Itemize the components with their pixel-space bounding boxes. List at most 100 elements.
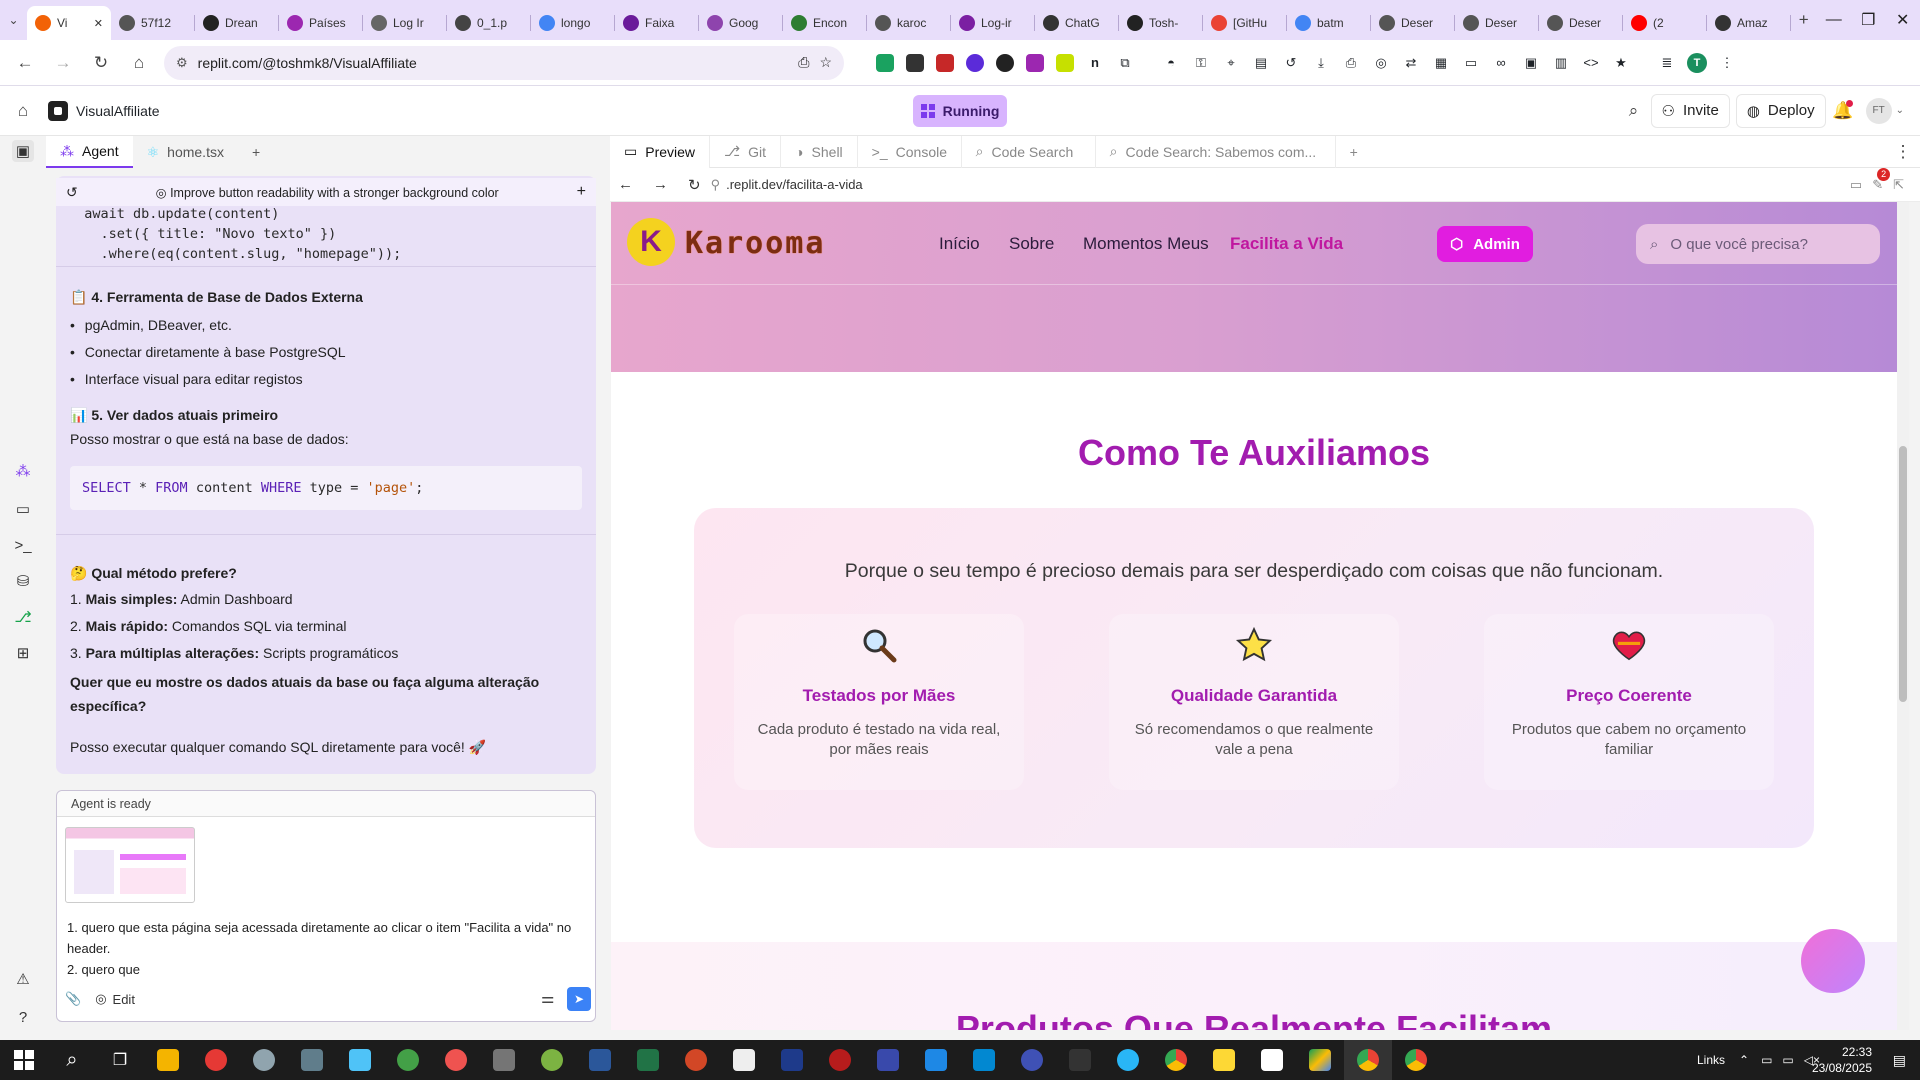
task-view-icon[interactable]: ❐ bbox=[96, 1040, 144, 1080]
tab-console[interactable]: >_ Console bbox=[858, 135, 962, 168]
database-icon[interactable]: ⛁ bbox=[12, 570, 34, 592]
tab-home-tsx[interactable]: ⚛ home.tsx bbox=[133, 136, 238, 168]
reload-icon[interactable]: ↻ bbox=[84, 46, 118, 80]
close-tab-icon[interactable]: ✕ bbox=[94, 17, 103, 30]
scrollbar-thumb[interactable] bbox=[1899, 446, 1907, 702]
preview-scrollbar[interactable] bbox=[1897, 202, 1909, 1030]
browser-tab[interactable]: karoc bbox=[867, 6, 951, 40]
incognito-icon[interactable]: ◓ bbox=[1158, 50, 1184, 76]
notification-center-icon[interactable]: ▤ bbox=[1893, 1052, 1906, 1069]
app-icon[interactable] bbox=[384, 1040, 432, 1080]
address-bar[interactable]: ⚙ replit.com/@toshmk8/VisualAffiliate ⎙ … bbox=[164, 45, 844, 80]
profile-avatar[interactable]: T bbox=[1684, 50, 1710, 76]
tray-chevron-icon[interactable]: ⌃ bbox=[1739, 1053, 1749, 1067]
replit-home-icon[interactable]: ⌂ bbox=[6, 94, 40, 128]
composer-input[interactable]: 1. quero que esta página seja acessada d… bbox=[67, 917, 577, 980]
tab-code-search-query[interactable]: ⌕ Code Search: Sabemos com... bbox=[1096, 135, 1336, 168]
browser-tab[interactable]: [GitHu bbox=[1203, 6, 1287, 40]
search-icon[interactable]: ⌕ bbox=[1617, 94, 1651, 128]
user-menu[interactable]: FT ⌄ bbox=[1865, 97, 1904, 124]
tab-groups-icon[interactable]: ≣ bbox=[1654, 50, 1680, 76]
app-icon[interactable] bbox=[192, 1040, 240, 1080]
devtools-code-icon[interactable]: <> bbox=[1578, 50, 1604, 76]
powerpoint-icon[interactable] bbox=[672, 1040, 720, 1080]
running-button[interactable]: Running bbox=[913, 95, 1007, 127]
links-toolbar[interactable]: Links bbox=[1697, 1053, 1725, 1067]
browser-tab[interactable]: Log-ir bbox=[951, 6, 1035, 40]
extension-icon[interactable] bbox=[962, 50, 988, 76]
pick-element-icon[interactable]: ✎ 2 bbox=[1872, 167, 1891, 193]
open-new-tab-icon[interactable]: ⇱ bbox=[1893, 177, 1904, 193]
browser-tab[interactable]: Deser bbox=[1539, 6, 1623, 40]
tab-shell[interactable]: ◑ Shell bbox=[781, 135, 858, 168]
tab-preview[interactable]: ▭ Preview bbox=[610, 135, 711, 168]
extension-icon[interactable] bbox=[1022, 50, 1048, 76]
chrome-icon[interactable] bbox=[1344, 1040, 1392, 1080]
forward-icon[interactable]: → bbox=[46, 46, 80, 80]
app-icon[interactable] bbox=[528, 1040, 576, 1080]
nav-sobre[interactable]: Sobre bbox=[1009, 234, 1054, 254]
history-icon[interactable]: ↺ bbox=[1278, 50, 1304, 76]
reader-mode-icon[interactable]: ▭ bbox=[1458, 50, 1484, 76]
table-icon[interactable]: ▥ bbox=[1548, 50, 1574, 76]
app-icon[interactable] bbox=[1104, 1040, 1152, 1080]
app-icon[interactable] bbox=[864, 1040, 912, 1080]
browser-tab[interactable]: Faixa bbox=[615, 6, 699, 40]
browser-tab[interactable]: ChatG bbox=[1035, 6, 1119, 40]
browser-tab[interactable]: 57f12 bbox=[111, 6, 195, 40]
preview-back-icon[interactable]: ← bbox=[618, 176, 633, 193]
browser-tab[interactable]: Drean bbox=[195, 6, 279, 40]
browser-tab[interactable]: Vi ✕ bbox=[27, 6, 111, 40]
app-icon[interactable] bbox=[816, 1040, 864, 1080]
browser-tab[interactable]: Amaz bbox=[1707, 6, 1791, 40]
cast-icon[interactable]: ▣ bbox=[1518, 50, 1544, 76]
notepad-icon[interactable] bbox=[720, 1040, 768, 1080]
devtools-icon[interactable]: ▭ bbox=[1850, 177, 1862, 193]
restore-icon[interactable]: ❐ bbox=[1851, 0, 1886, 40]
extension-icon[interactable] bbox=[932, 50, 958, 76]
app-icon[interactable] bbox=[1200, 1040, 1248, 1080]
tab-git[interactable]: ⎇ Git bbox=[710, 135, 782, 168]
minimize-icon[interactable]: — bbox=[1817, 0, 1852, 40]
word-icon[interactable] bbox=[576, 1040, 624, 1080]
taskbar-search-icon[interactable]: ⌕ bbox=[48, 1040, 96, 1080]
powershell-icon[interactable] bbox=[768, 1040, 816, 1080]
qr-code-icon[interactable]: ▦ bbox=[1428, 50, 1454, 76]
files-icon[interactable]: ▣ bbox=[12, 140, 34, 162]
reading-list-icon[interactable]: ▤ bbox=[1248, 50, 1274, 76]
checkpoint-title[interactable]: ◎ Improve button readability with a stro… bbox=[90, 185, 565, 200]
app-icon[interactable] bbox=[336, 1040, 384, 1080]
chrome-icon[interactable] bbox=[1392, 1040, 1440, 1080]
install-app-icon[interactable]: ⎙ bbox=[798, 54, 809, 71]
history-icon[interactable]: ↺ bbox=[66, 184, 78, 201]
app-icon[interactable] bbox=[480, 1040, 528, 1080]
git-icon[interactable]: ⎇ bbox=[12, 606, 34, 628]
battery-icon[interactable]: ▭ bbox=[1782, 1053, 1793, 1067]
browser-tab[interactable]: batm bbox=[1287, 6, 1371, 40]
chrome-icon[interactable] bbox=[1152, 1040, 1200, 1080]
apps-grid-icon[interactable]: ⊞ bbox=[12, 642, 34, 664]
google-drive-icon[interactable] bbox=[1296, 1040, 1344, 1080]
close-window-icon[interactable]: ✕ bbox=[1886, 0, 1920, 40]
extension-icon[interactable]: n bbox=[1082, 50, 1108, 76]
bookmark-star-icon[interactable]: ☆ bbox=[819, 54, 832, 71]
translate-icon[interactable]: ⇄ bbox=[1398, 50, 1424, 76]
preview-reload-icon[interactable]: ↻ bbox=[688, 176, 701, 194]
add-tab-icon[interactable]: + bbox=[238, 136, 274, 168]
file-explorer-icon[interactable] bbox=[144, 1040, 192, 1080]
deploy-button[interactable]: ◍ Deploy bbox=[1735, 93, 1826, 128]
app-icon[interactable] bbox=[960, 1040, 1008, 1080]
browser-tab[interactable]: Deser bbox=[1371, 6, 1455, 40]
tab-search-icon[interactable]: ⌄ bbox=[0, 0, 27, 40]
attach-paperclip-icon[interactable]: 📎 bbox=[65, 991, 81, 1007]
screenshot-icon[interactable]: ◎ bbox=[1368, 50, 1394, 76]
browser-tab[interactable]: Encon bbox=[783, 6, 867, 40]
terminal-icon[interactable] bbox=[1056, 1040, 1104, 1080]
app-icon[interactable] bbox=[240, 1040, 288, 1080]
link-icon[interactable]: ∞ bbox=[1488, 50, 1514, 76]
project-title[interactable]: VisualAffiliate bbox=[48, 100, 160, 121]
preview-url-field[interactable]: ⚲ .replit.dev/facilita-a-vida bbox=[711, 177, 1840, 193]
extension-icon[interactable] bbox=[1052, 50, 1078, 76]
agent-icon[interactable]: ⁂ bbox=[12, 460, 34, 482]
browser-tab[interactable]: Goog bbox=[699, 6, 783, 40]
